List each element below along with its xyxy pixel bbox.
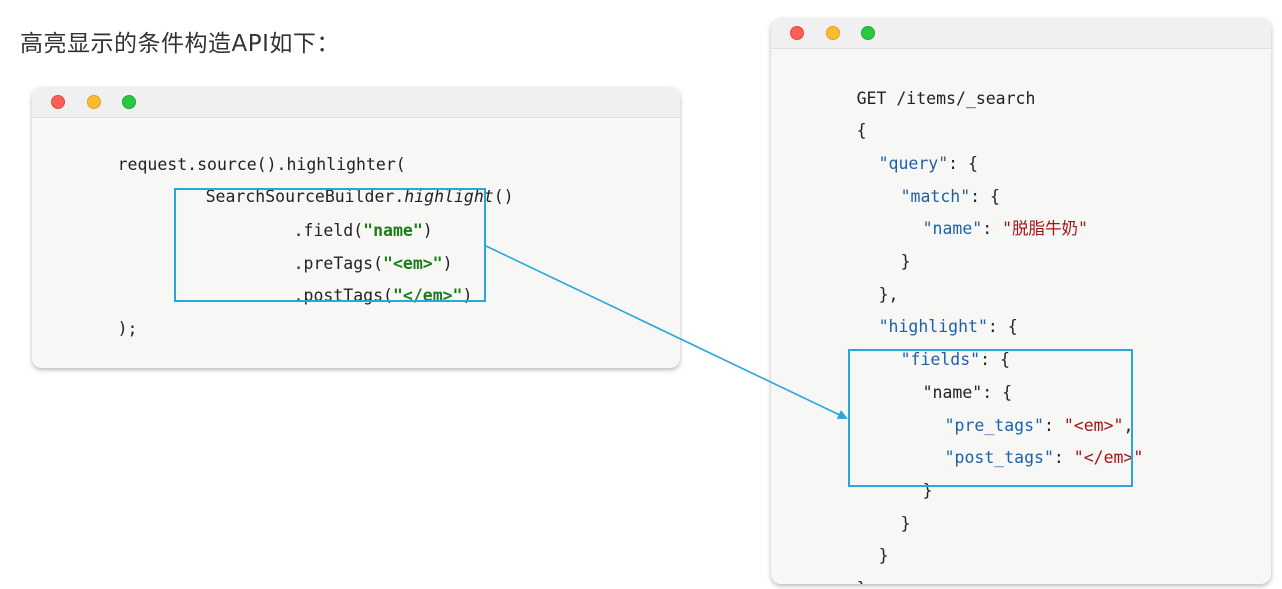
code-line: }: [841, 491, 911, 533]
code-line: }: [819, 523, 889, 565]
close-window-icon[interactable]: [790, 26, 804, 40]
code-text: );: [117, 319, 138, 338]
code-text: }: [878, 546, 889, 565]
minimize-window-icon[interactable]: [826, 26, 840, 40]
code-line: "highlight": {: [819, 294, 1018, 336]
code-line: "fields": {: [841, 327, 1010, 369]
window-titlebar: [771, 18, 1271, 49]
code-text: }: [900, 514, 911, 533]
json-string: "脱脂牛奶": [1002, 219, 1088, 238]
close-window-icon[interactable]: [51, 95, 65, 109]
maximize-window-icon[interactable]: [861, 26, 875, 40]
code-line: "name": "脱脂牛奶": [863, 196, 1088, 238]
window-titlebar: [32, 87, 680, 118]
code-line: );: [58, 296, 138, 338]
json-highlight-box: [848, 349, 1133, 487]
minimize-window-icon[interactable]: [87, 95, 101, 109]
code-text: :: [982, 219, 1003, 238]
code-text: GET /items/_search: [856, 89, 1036, 108]
json-request-window: GET /items/_search { "query": { "match":…: [771, 18, 1271, 584]
code-line: },: [819, 262, 899, 304]
code-line: }: [841, 229, 911, 271]
code-line: SearchSourceBuilder.highlight(): [146, 164, 514, 206]
page-heading: 高亮显示的条件构造API如下：: [20, 31, 340, 57]
code-text: }: [857, 579, 867, 584]
json-key: "name": [922, 219, 983, 238]
code-line: "match": {: [841, 164, 1000, 206]
code-text: (): [493, 187, 514, 206]
code-line: request.source().highlighter(: [58, 132, 406, 174]
maximize-window-icon[interactable]: [122, 95, 136, 109]
java-highlight-box: [174, 188, 486, 302]
code-text: }: [900, 252, 911, 271]
code-line: "query": {: [819, 131, 978, 173]
code-line: GET /items/_search: [797, 66, 1036, 108]
json-code-block: GET /items/_search { "query": { "match":…: [797, 66, 1144, 584]
code-line: {: [797, 98, 867, 140]
code-line: }: [797, 556, 867, 584]
java-code-block: request.source().highlighter( SearchSour…: [58, 132, 514, 338]
